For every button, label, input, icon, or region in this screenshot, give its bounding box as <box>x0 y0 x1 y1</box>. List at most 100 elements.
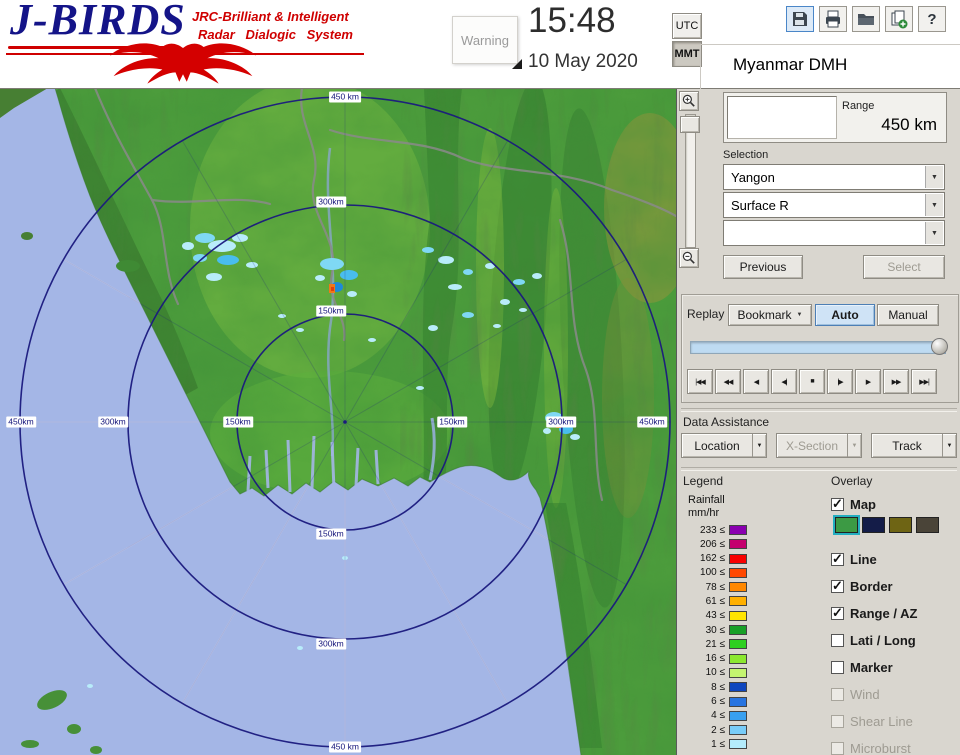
warning-button[interactable]: Warning <box>452 16 518 64</box>
clock-time: 15:48 <box>528 1 616 40</box>
select-button: Select <box>863 255 945 279</box>
radar-map[interactable]: 450 km 300km 150km 150km 300km 450 km 450km 300… <box>0 88 676 755</box>
open-folder-button[interactable] <box>852 6 880 32</box>
bookmark-button[interactable]: Bookmark <box>728 304 812 326</box>
replay-slider-thumb[interactable] <box>931 338 948 355</box>
chevron-down-icon[interactable] <box>752 434 766 457</box>
zoom-out-button[interactable] <box>679 248 699 268</box>
overlay-item-label: Marker <box>850 659 893 675</box>
legend-color-swatch <box>729 667 747 678</box>
map-style-swatch[interactable] <box>916 517 939 533</box>
legend-title: Rainfall <box>688 494 725 506</box>
checkbox[interactable] <box>831 605 844 621</box>
zoom-in-button[interactable] <box>679 91 699 111</box>
utc-button[interactable]: UTC <box>672 13 702 39</box>
overlay-checkbox-row[interactable]: Border <box>831 578 917 594</box>
playback-button[interactable]: ▶▶| <box>911 369 937 394</box>
checkbox[interactable] <box>831 741 844 755</box>
mmt-button[interactable]: MMT <box>672 41 702 67</box>
legend-row: 61 ≤ <box>683 596 747 607</box>
range-value: 450 km <box>881 115 937 134</box>
checkbox[interactable] <box>831 660 844 674</box>
save-button[interactable] <box>786 6 814 32</box>
export-button[interactable] <box>885 6 913 32</box>
legend-threshold: 43 ≤ <box>705 610 725 622</box>
logo-title: J-BIRDS <box>10 0 186 44</box>
playback-button[interactable]: ■ <box>799 369 825 394</box>
print-button[interactable] <box>819 6 847 32</box>
checkbox[interactable] <box>831 687 844 701</box>
legend-row: 8 ≤ <box>683 682 747 693</box>
data-assistance-button[interactable]: Track <box>871 433 957 458</box>
checkbox[interactable] <box>831 633 844 647</box>
replay-group: Replay Bookmark Auto Manual |◀◀◀◀◀◀|■|▶▶… <box>681 294 959 403</box>
map-style-swatch[interactable] <box>889 517 912 533</box>
save-icon <box>793 12 807 26</box>
chevron-down-icon[interactable] <box>925 194 943 216</box>
map-style-swatch[interactable] <box>833 515 860 535</box>
checkbox[interactable] <box>831 578 844 594</box>
button-label: X-Section <box>785 438 839 453</box>
chevron-down-icon[interactable] <box>847 434 861 457</box>
overlay-item-label: Line <box>850 551 877 567</box>
overlay-checkbox-row[interactable]: Line <box>831 551 917 567</box>
legend-color-swatch <box>729 539 747 550</box>
legend-threshold: 16 ≤ <box>705 653 725 665</box>
playback-button[interactable]: ◀ <box>743 369 769 394</box>
data-assistance-button[interactable]: X-Section <box>776 433 862 458</box>
map-style-swatch[interactable] <box>862 517 885 533</box>
chevron-down-icon[interactable] <box>942 434 956 457</box>
auto-mode-button[interactable]: Auto <box>815 304 875 326</box>
manual-mode-button[interactable]: Manual <box>877 304 939 326</box>
previous-button[interactable]: Previous <box>723 255 803 279</box>
selection-dropdown[interactable]: Yangon <box>723 164 945 190</box>
legend-row: 162 ≤ <box>683 553 747 564</box>
overlay-checkbox-row[interactable]: Marker <box>831 659 917 675</box>
checkbox[interactable] <box>831 496 844 512</box>
checkbox[interactable] <box>831 714 844 728</box>
selection-dropdown[interactable] <box>723 220 945 246</box>
checkbox[interactable] <box>831 551 844 567</box>
selection-dropdown[interactable]: Surface R <box>723 192 945 218</box>
overlay-checkboxes: Map Line Border Range / AZ Lati / Long M… <box>831 496 917 755</box>
overlay-checkbox-row[interactable]: Shear Line <box>831 714 917 729</box>
playback-button[interactable]: ▶▶ <box>883 369 909 394</box>
help-button[interactable]: ? <box>918 6 946 32</box>
legend-color-swatch <box>729 682 747 693</box>
overlay-checkbox-row[interactable]: Map <box>831 496 917 512</box>
button-label: Track <box>892 438 922 453</box>
range-readout: Range 450 km <box>723 92 947 143</box>
overlay-item-label: Lati / Long <box>850 632 916 648</box>
divider <box>681 467 957 471</box>
map-style-swatches <box>833 515 939 535</box>
chevron-down-icon[interactable] <box>925 166 943 188</box>
data-assistance-label: Data Assistance <box>683 415 770 429</box>
playback-button[interactable]: |◀◀ <box>687 369 713 394</box>
playback-button[interactable]: |▶ <box>827 369 853 394</box>
replay-label: Replay <box>687 307 725 321</box>
zoom-slider-thumb[interactable] <box>680 116 700 133</box>
playback-controls: |◀◀ ◀◀ ◀ ◀| ■ |▶ ▶ ▶▶ ▶▶| <box>687 369 937 394</box>
playback-button[interactable]: ◀| <box>771 369 797 394</box>
selection-label: Selection <box>723 149 769 161</box>
overlay-checkbox-row[interactable]: Lati / Long <box>831 632 917 648</box>
overlay-checkbox-row[interactable]: Range / AZ <box>831 605 917 621</box>
playback-button[interactable]: ▶ <box>855 369 881 394</box>
playback-button[interactable]: ◀◀ <box>715 369 741 394</box>
legend-color-swatch <box>729 696 747 707</box>
legend-row: 1 ≤ <box>683 739 747 750</box>
replay-timeline-slider[interactable] <box>690 338 948 355</box>
legend-color-swatch <box>729 610 747 621</box>
clock-date: 10 May 2020 <box>528 51 638 72</box>
app-window: J-BIRDS JRC-Brilliant & Intelligent Rada… <box>0 0 960 755</box>
station-name: Myanmar DMH <box>733 55 848 74</box>
chevron-down-icon[interactable] <box>925 222 943 244</box>
zoom-slider-track[interactable] <box>685 114 696 248</box>
header-bar: J-BIRDS JRC-Brilliant & Intelligent Rada… <box>0 0 960 89</box>
legend-row: 4 ≤ <box>683 710 747 721</box>
legend-color-swatch <box>729 567 747 578</box>
data-assistance-button[interactable]: Location <box>681 433 767 458</box>
logo-subtitle-1: JRC-Brilliant & Intelligent <box>192 9 349 24</box>
overlay-checkbox-row[interactable]: Microburst <box>831 741 917 755</box>
overlay-checkbox-row[interactable]: Wind <box>831 687 917 702</box>
